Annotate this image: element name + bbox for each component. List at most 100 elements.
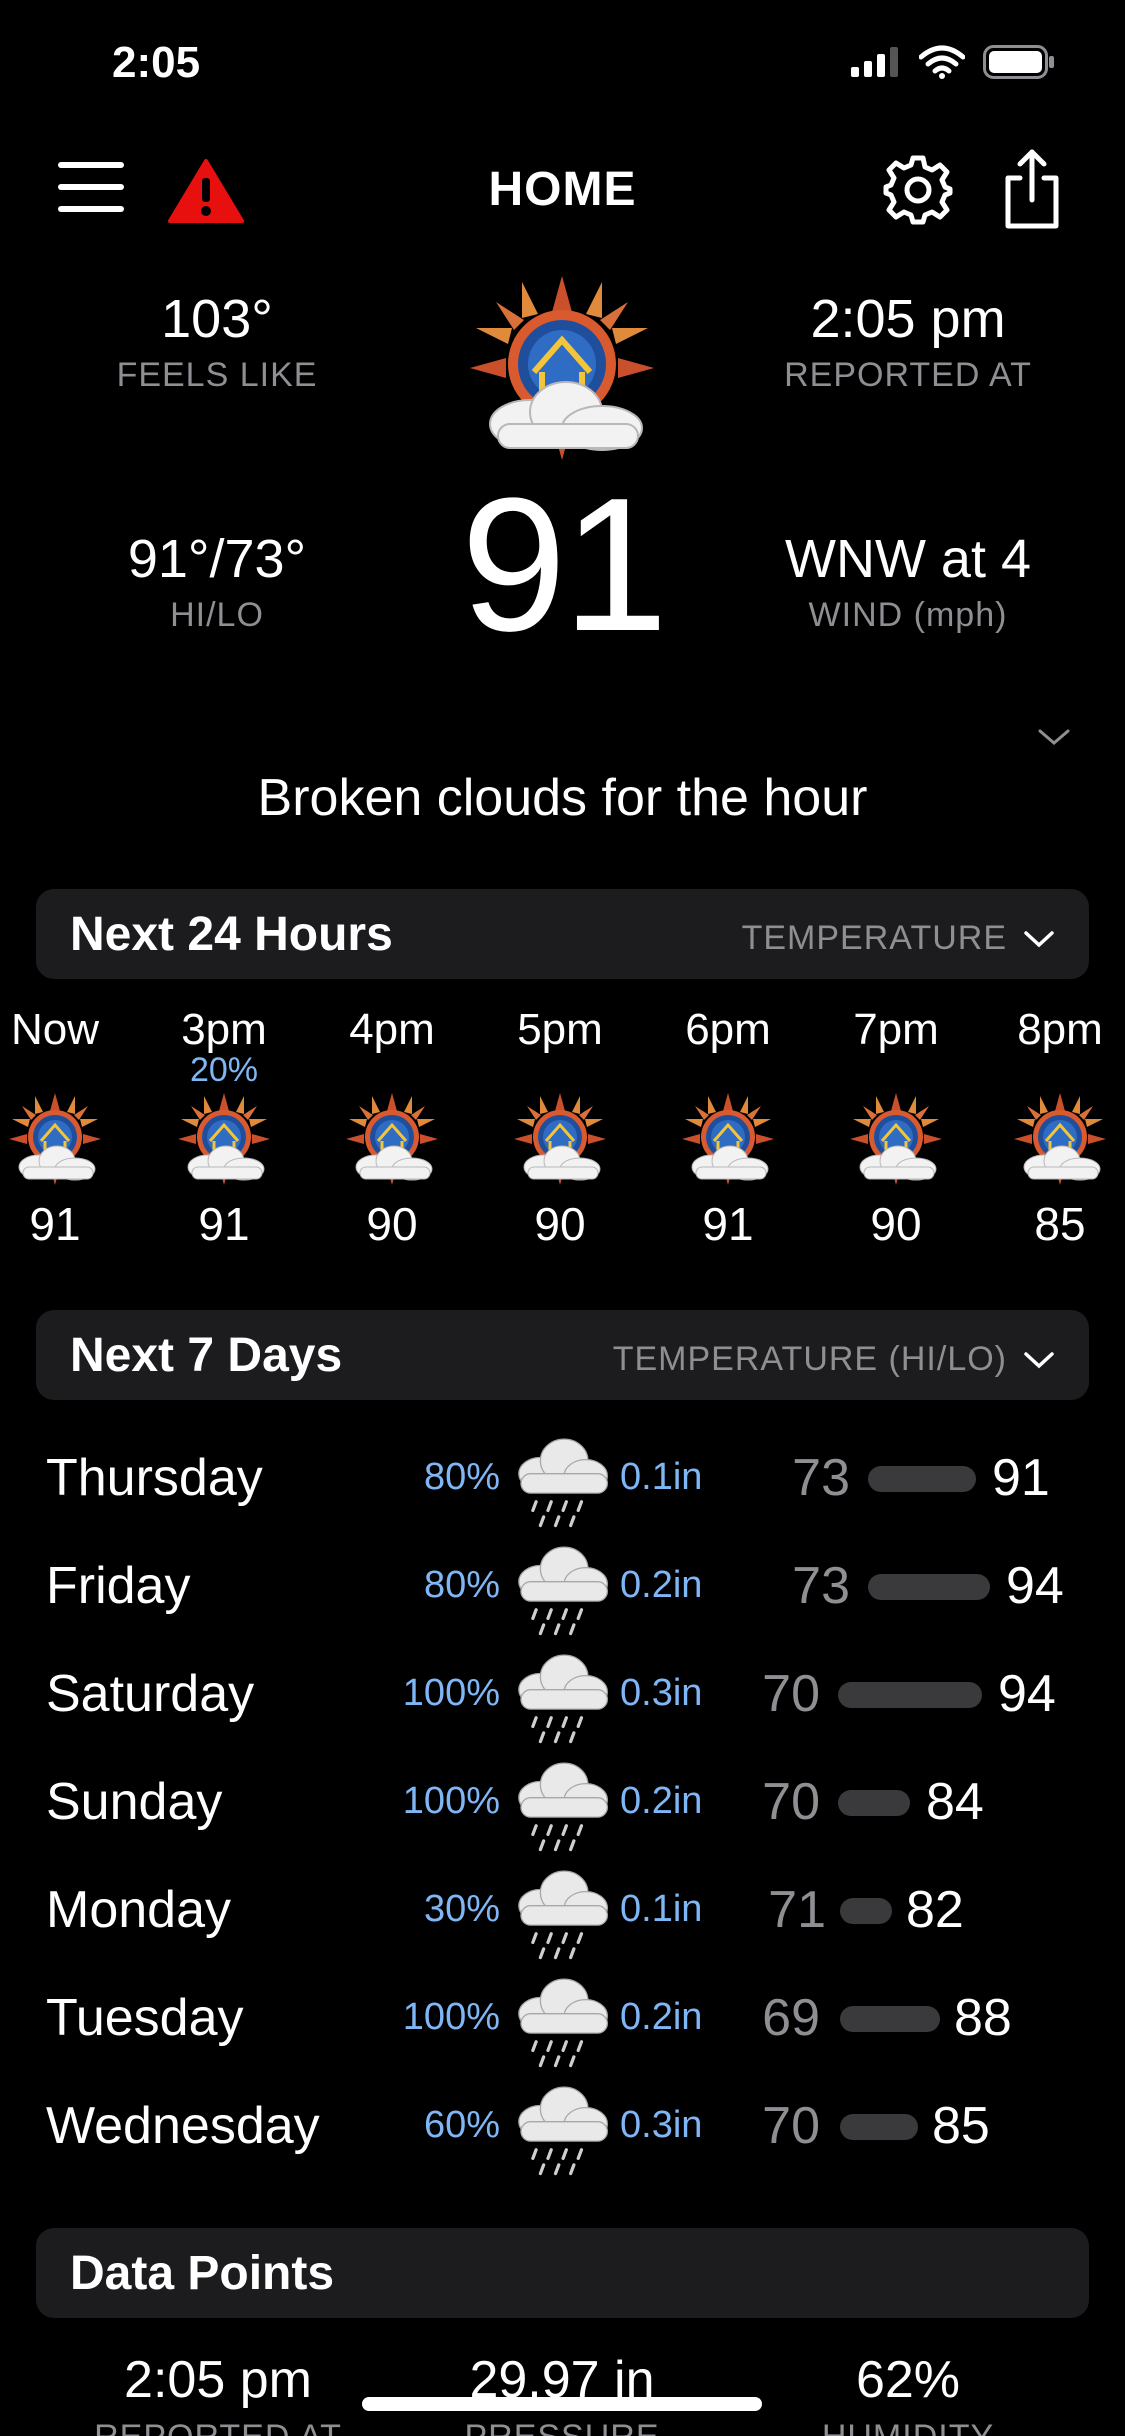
sun-cloud-icon: [846, 1089, 946, 1189]
chevron-down-icon[interactable]: [1036, 725, 1072, 749]
wind-value: WNW at 4: [784, 529, 1031, 589]
cellular-signal-icon: [851, 47, 898, 77]
hour-temp: 85: [1034, 1198, 1086, 1250]
day-name: Friday: [46, 1557, 191, 1615]
hour-item: 5pm 90: [495, 1005, 625, 1251]
hour-pop: [327, 1051, 457, 1089]
day-row-tuesday[interactable]: Tuesday 100% 0.2in 69 88: [0, 1964, 1125, 2072]
feels-like-value: 103°: [161, 289, 273, 349]
day-precip: 0.2in: [620, 1564, 703, 1606]
day-temp-range-bar: [840, 2114, 918, 2140]
wind-label: WIND (mph): [808, 596, 1008, 634]
hour-item: 3pm 20% 91: [159, 1005, 289, 1251]
hour-item: 6pm 91: [663, 1005, 793, 1251]
chevron-down-icon: [1024, 930, 1054, 947]
hourly-forecast[interactable]: Now 91 3pm 20% 91 4pm 90 5pm 90 6pm 91 7…: [0, 1005, 1125, 1265]
day-low: 70: [762, 1665, 820, 1723]
day-high: 91: [992, 1449, 1050, 1507]
data-point-reported[interactable]: 2:05 pm REPORTED AT: [38, 2350, 398, 2436]
hour-pop: [495, 1051, 625, 1089]
day-high: 85: [932, 2097, 990, 2155]
day-low: 70: [762, 2097, 820, 2155]
rain-cloud-icon: [508, 1532, 616, 1640]
feels-like: 103° FEELS LIKE: [27, 288, 407, 395]
day-name: Thursday: [46, 1449, 263, 1507]
hour-item: Now 91: [0, 1005, 120, 1251]
day-low: 73: [792, 1557, 850, 1615]
page-title: HOME: [488, 163, 637, 216]
day-pop: 60%: [423, 2104, 500, 2146]
data-point-label: HUMIDITY: [728, 2418, 1088, 2436]
sun-cloud-icon: [342, 1089, 442, 1189]
day-row-friday[interactable]: Friday 80% 0.2in 73 94: [0, 1532, 1125, 1640]
hour-item: 8pm 85: [995, 1005, 1125, 1251]
day-row-thursday[interactable]: Thursday 80% 0.1in 73 91: [0, 1424, 1125, 1532]
data-point-label: PRESSURE: [382, 2418, 742, 2436]
daily-metric-label: TEMPERATURE (HI/LO): [612, 1340, 1007, 1378]
daily-metric-selector[interactable]: TEMPERATURE (HI/LO): [613, 1340, 1055, 1379]
day-row-sunday[interactable]: Sunday 100% 0.2in 70 84: [0, 1748, 1125, 1856]
day-temp-range-bar: [838, 1790, 910, 1816]
day-name: Wednesday: [46, 2097, 320, 2155]
chevron-down-icon: [1024, 1351, 1054, 1368]
home-indicator[interactable]: [362, 2397, 762, 2411]
data-point-humidity[interactable]: 62% HUMIDITY: [728, 2350, 1088, 2436]
hi-lo: 91°/73° HI/LO: [27, 528, 407, 635]
day-high: 94: [998, 1665, 1056, 1723]
day-row-saturday[interactable]: Saturday 100% 0.3in 70 94: [0, 1640, 1125, 1748]
hour-pop: [995, 1051, 1125, 1089]
battery-icon: [983, 45, 1054, 79]
data-points-title: Data Points: [70, 2247, 335, 2300]
day-pop: 100%: [402, 1672, 500, 1714]
day-low: 71: [768, 1881, 826, 1939]
current-temperature: 91: [460, 459, 668, 671]
day-high: 84: [926, 1773, 984, 1831]
day-low: 73: [792, 1449, 850, 1507]
hourly-section-header: Next 24 Hours TEMPERATURE: [36, 889, 1089, 979]
share-icon[interactable]: [1000, 148, 1064, 230]
day-low: 70: [762, 1773, 820, 1831]
day-row-wednesday[interactable]: Wednesday 60% 0.3in 70 85: [0, 2072, 1125, 2180]
day-row-monday[interactable]: Monday 30% 0.1in 71 82: [0, 1856, 1125, 1964]
hour-pop: [831, 1051, 961, 1089]
hour-temp: 91: [702, 1198, 754, 1250]
day-temp-range-bar: [840, 1898, 892, 1924]
day-pop: 100%: [402, 1996, 500, 2038]
hourly-metric-selector[interactable]: TEMPERATURE: [742, 919, 1055, 958]
gear-icon[interactable]: [882, 154, 954, 226]
sun-cloud-icon: [678, 1089, 778, 1189]
day-temp-range-bar: [868, 1466, 976, 1492]
sun-cloud-icon: [462, 268, 662, 468]
day-precip: 0.3in: [620, 1672, 703, 1714]
day-precip: 0.2in: [620, 1780, 703, 1822]
data-point-pressure[interactable]: 29.97 in PRESSURE: [382, 2350, 742, 2436]
daily-title: Next 7 Days: [70, 1329, 343, 1382]
hour-pop: [663, 1051, 793, 1089]
day-pop: 80%: [423, 1564, 500, 1606]
data-point-value: 2:05 pm: [124, 2351, 312, 2409]
sun-cloud-icon: [510, 1089, 610, 1189]
status-bar: 2:05: [0, 0, 1125, 130]
day-name: Saturday: [46, 1665, 255, 1723]
rain-cloud-icon: [508, 1424, 616, 1532]
rain-cloud-icon: [508, 1964, 616, 2072]
wind: WNW at 4 WIND (mph): [718, 528, 1098, 635]
day-temp-range-bar: [840, 2006, 940, 2032]
day-precip: 0.3in: [620, 2104, 703, 2146]
hour-temp: 90: [870, 1198, 922, 1250]
day-low: 69: [762, 1989, 820, 2047]
hour-temp: 91: [29, 1198, 81, 1250]
hi-lo-value: 91°/73°: [127, 529, 307, 589]
sun-cloud-icon: [174, 1089, 274, 1189]
day-pop: 30%: [423, 1888, 500, 1930]
sun-cloud-icon: [5, 1089, 105, 1189]
day-precip: 0.1in: [620, 1456, 703, 1498]
wifi-icon: [919, 45, 965, 79]
hourly-metric-label: TEMPERATURE: [741, 919, 1007, 957]
navbar: HOME: [0, 140, 1125, 240]
hour-temp: 90: [366, 1198, 418, 1250]
hour-temp: 91: [198, 1198, 250, 1250]
rain-cloud-icon: [508, 2072, 616, 2180]
hour-temp: 90: [534, 1198, 586, 1250]
rain-cloud-icon: [508, 1856, 616, 1964]
